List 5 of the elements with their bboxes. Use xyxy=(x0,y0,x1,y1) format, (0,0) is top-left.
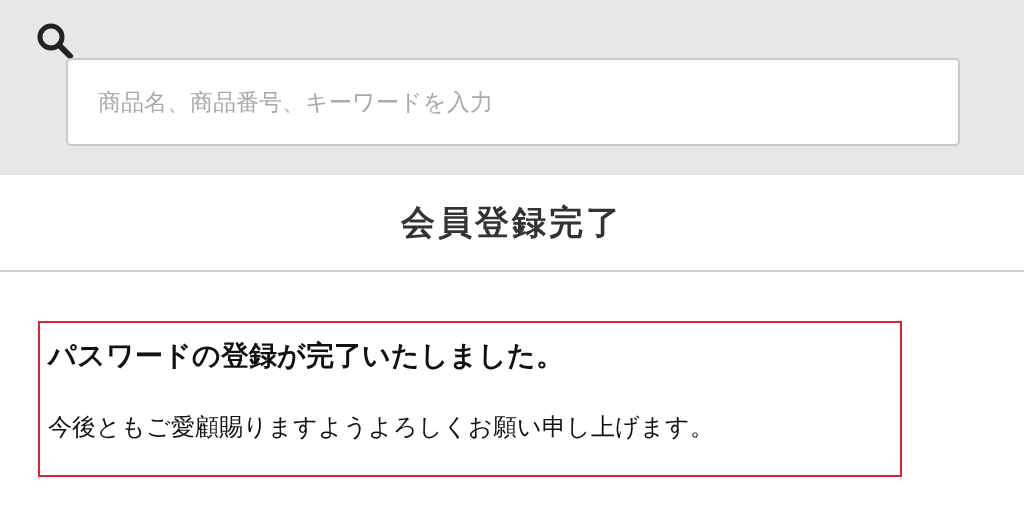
notice-message: 今後ともご愛顧賜りますようよろしくお願い申し上げます。 xyxy=(48,412,715,443)
search-field[interactable]: 商品名、商品番号、キーワードを入力 xyxy=(66,58,960,146)
search-icon[interactable] xyxy=(36,22,74,60)
page-title: 会員登録完了 xyxy=(401,200,623,244)
notice-heading: パスワードの登録が完了いたしました。 xyxy=(48,338,565,374)
